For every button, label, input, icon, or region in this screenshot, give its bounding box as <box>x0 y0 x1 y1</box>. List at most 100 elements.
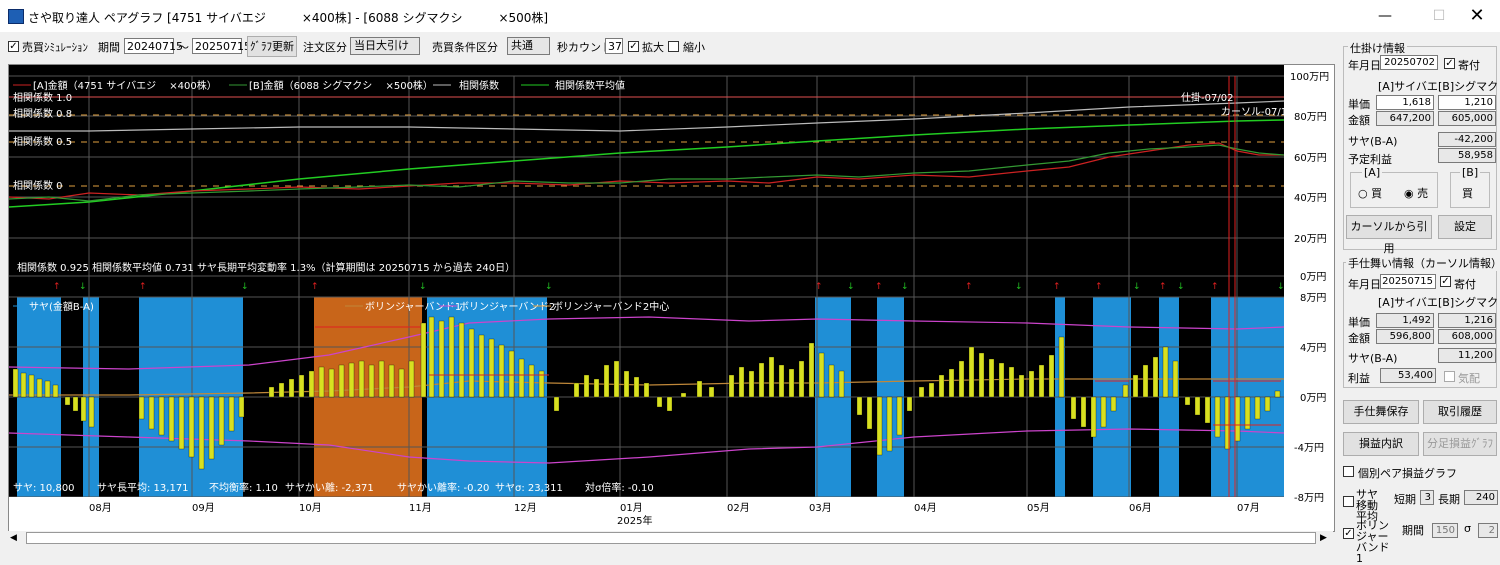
month-label: 10月 <box>299 502 322 514</box>
long-term-label: 長期 <box>1438 493 1460 506</box>
unit-price-a[interactable]: 1,618 <box>1376 95 1434 110</box>
bollinger-period-value[interactable]: 150 <box>1432 523 1458 538</box>
arrow-up: ↑ <box>1095 282 1103 292</box>
arrow-up: ↑ <box>139 282 147 292</box>
zoom-in-checkbox[interactable]: ✓ <box>628 41 639 52</box>
entry-yoritsuke-checkbox[interactable]: ✓ <box>1444 58 1455 69</box>
b-buy-label[interactable]: 買 <box>1462 185 1473 201</box>
exit-info-title: 手仕舞い情報（カーソル情報） <box>1346 255 1500 271</box>
arrow-down: ↓ <box>419 282 427 292</box>
arrow-down: ↓ <box>901 282 909 292</box>
sell-cond-select[interactable]: 共通 <box>507 37 550 55</box>
legend-a-amount: [A]金額（4751 サイバエジ ×400株） <box>33 79 217 92</box>
exit-yoritsuke-checkbox[interactable]: ✓ <box>1440 276 1451 287</box>
cursor-quote-button[interactable]: カーソルから引用 <box>1346 215 1432 255</box>
seconds-label: 秒カウント <box>557 41 612 54</box>
exit-saya-value: 11,200 <box>1438 348 1496 363</box>
legend-bb1: ボリンジャーバンド1 <box>365 301 461 313</box>
lower-y-tick: -8万円 <box>1294 493 1324 504</box>
bollinger-checkbox[interactable]: ✓ <box>1343 528 1354 539</box>
exit-unit-price-label: 単価 <box>1348 316 1370 329</box>
short-term-value[interactable]: 3 <box>1420 490 1434 505</box>
title-bar: さや取り達人 ペアグラフ [4751 サイバエジ ×400株] - [6088 … <box>0 0 1500 32</box>
pair-pl-graph-checkbox[interactable] <box>1343 466 1354 477</box>
col-a-header: [A]サイバエ <box>1378 80 1438 93</box>
arrow-up: ↑ <box>311 282 319 292</box>
arrow-up: ↑ <box>965 282 973 292</box>
month-label: 01月 <box>620 502 643 514</box>
pair-chart[interactable]: ↑ ↓ ↑ ↓ ↑ ↓ ↓ ↑ ↓ ↑ ↓ ↑ ↓ ↑ ↑ ↓ ↑ ↓ ↑ ↓ … <box>8 64 1335 532</box>
col-b-header: [B]シグマク <box>1438 80 1499 93</box>
arrow-up: ↑ <box>1159 282 1167 292</box>
arrow-down: ↓ <box>1277 282 1285 292</box>
seconds-input[interactable]: 37 <box>605 38 623 54</box>
amount-b: 605,000 <box>1438 111 1496 126</box>
bollinger-sigma-label: σ <box>1464 522 1471 535</box>
lower-y-tick: 0万円 <box>1300 393 1326 404</box>
arrow-down: ↓ <box>241 282 249 292</box>
amount-a: 647,200 <box>1376 111 1434 126</box>
arrow-down: ↓ <box>79 282 87 292</box>
scroll-left-arrow[interactable]: ◀ <box>10 533 17 543</box>
a-sell-radio[interactable]: ◉ 売 <box>1404 185 1428 201</box>
trade-history-button[interactable]: 取引履歴 <box>1423 400 1497 424</box>
profit-label: 利益 <box>1348 372 1370 385</box>
exit-yoritsuke-label: 寄付 <box>1454 278 1476 291</box>
minute-pl-graph-button[interactable]: 分足損益ｸﾞﾗﾌ <box>1423 432 1497 456</box>
zoom-in-label: 拡大 <box>642 41 664 54</box>
long-term-value[interactable]: 240 <box>1464 490 1498 505</box>
chart-scrollbar[interactable]: ◀ ▶ <box>8 531 1333 545</box>
exit-saya-label: サヤ(B-A) <box>1348 352 1398 365</box>
period-from-input[interactable]: 20240715 <box>124 38 183 54</box>
month-label: 09月 <box>192 502 215 514</box>
month-label: 12月 <box>514 502 537 514</box>
profit-value: 53,400 <box>1380 368 1436 383</box>
stat-deviation-rate: サヤかい離率: -0.20 <box>397 481 489 494</box>
zoom-out-label: 縮小 <box>683 41 705 54</box>
pl-breakdown-button[interactable]: 損益内訳 <box>1343 432 1419 456</box>
exit-amount-b: 608,000 <box>1438 329 1496 344</box>
quote-checkbox[interactable] <box>1444 371 1455 382</box>
tilde-label: ～ <box>178 41 189 54</box>
exit-col-a-header: [A]サイバエ <box>1378 296 1438 309</box>
save-exit-button[interactable]: 手仕舞保存 <box>1343 400 1419 424</box>
stats-line: 相関係数 0.925 相関係数平均値 0.731 サヤ長期平均変動率 1.3%（… <box>17 261 515 274</box>
exit-date-input[interactable]: 20250715 <box>1380 274 1436 289</box>
saya-ma-checkbox[interactable] <box>1343 496 1354 507</box>
scroll-thumb[interactable] <box>26 532 1316 544</box>
zoom-out-checkbox[interactable] <box>668 41 679 52</box>
entry-yoritsuke-label: 寄付 <box>1458 59 1480 72</box>
a-buy-radio[interactable]: ○ 買 <box>1358 185 1382 201</box>
stat-saya-long-avg: サヤ長平均: 13,171 <box>97 482 189 494</box>
entry-date-input[interactable]: 20250702 <box>1380 55 1438 70</box>
simulation-checkbox[interactable]: ✓ <box>8 41 19 52</box>
settings-button[interactable]: 設定 <box>1438 215 1492 239</box>
legend-bb2: ボリンジャーバンド2 <box>459 301 555 313</box>
legend-saya: サヤ(金額B-A) <box>29 300 94 313</box>
upper-y-tick: 20万円 <box>1294 234 1327 245</box>
period-to-input[interactable]: 20250715 <box>192 38 251 54</box>
side-panel: 仕掛け情報 年月日 20250702 ✓ 寄付 [A]サイバエ [B]シグマク … <box>1340 40 1500 564</box>
stat-deviation: サヤかい離: -2,371 <box>285 481 374 494</box>
unit-price-b[interactable]: 1,210 <box>1438 95 1496 110</box>
order-type-select[interactable]: 当日大引け <box>350 37 420 55</box>
close-button[interactable]: ✕ <box>1454 0 1500 32</box>
period-label: 期間 <box>98 41 120 54</box>
scroll-right-arrow[interactable]: ▶ <box>1320 533 1327 543</box>
entry-date-label: 年月日 <box>1348 59 1381 72</box>
exit-unit-price-a: 1,492 <box>1376 313 1434 328</box>
month-label: 06月 <box>1129 502 1152 514</box>
stat-imbalance: 不均衡率: 1.10 <box>209 481 278 494</box>
month-label: 07月 <box>1237 502 1260 514</box>
exit-date-label: 年月日 <box>1348 278 1381 291</box>
cursor-marker-label: カーソル-07/15 <box>1221 106 1293 118</box>
b-side-title: [B] <box>1460 166 1481 179</box>
app-icon <box>8 9 24 24</box>
minimize-button[interactable]: — <box>1362 0 1408 32</box>
legend-corr: 相関係数 <box>459 79 499 92</box>
sell-cond-label: 売買条件区分 <box>432 41 498 54</box>
bollinger-sigma-value[interactable]: 2 <box>1478 523 1498 538</box>
upper-y-tick: 60万円 <box>1294 153 1327 164</box>
update-graph-button[interactable]: ｸﾞﾗﾌ更新 <box>247 36 297 57</box>
arrow-up: ↑ <box>815 282 823 292</box>
